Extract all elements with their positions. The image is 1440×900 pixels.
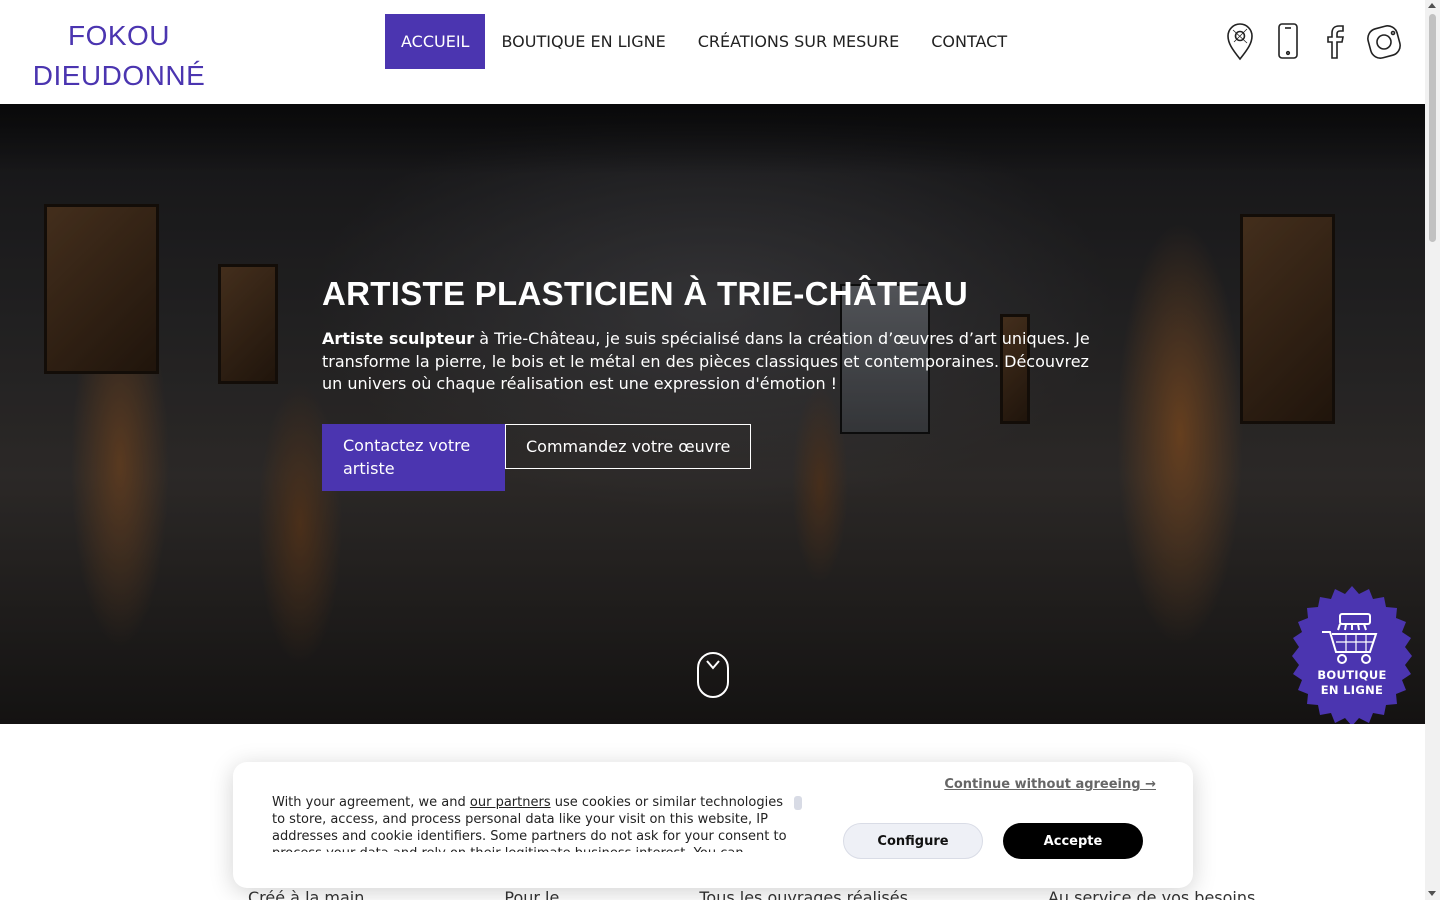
cookie-text-scrollbar[interactable] bbox=[794, 796, 802, 810]
features-row-peek: Créé à la main Pour le Tous les ouvrages… bbox=[248, 888, 1255, 900]
logo-line-1: FOKOU bbox=[67, 20, 171, 51]
hero-description: Artiste sculpteur à Trie-Château, je sui… bbox=[322, 328, 1112, 396]
nav-item-boutique[interactable]: BOUTIQUE EN LIGNE bbox=[485, 14, 681, 69]
hero-section: ARTISTE PLASTICIEN À TRIE-CHÂTEAU Artist… bbox=[0, 104, 1425, 724]
nav-item-creations[interactable]: CRÉATIONS SUR MESURE bbox=[682, 14, 915, 69]
feature-item: Pour le bbox=[504, 888, 560, 900]
page-scrollbar[interactable] bbox=[1425, 0, 1440, 900]
nav-item-accueil[interactable]: ACCUEIL bbox=[385, 14, 486, 69]
facebook-icon[interactable] bbox=[1318, 20, 1354, 62]
scrollbar-thumb[interactable] bbox=[1429, 14, 1436, 242]
logo-line-2: DIEUDONNÉ bbox=[32, 60, 206, 91]
shop-online-badge[interactable]: BOUTIQUE EN LIGNE bbox=[1282, 586, 1422, 724]
instagram-icon[interactable] bbox=[1366, 20, 1402, 62]
feature-item: Tous les ouvrages réalisés bbox=[699, 888, 908, 900]
configure-button[interactable]: Configure bbox=[843, 823, 983, 859]
scroll-up-arrow-icon[interactable] bbox=[1428, 3, 1436, 8]
feature-item: Créé à la main bbox=[248, 888, 365, 900]
accept-button[interactable]: Accepte bbox=[1003, 823, 1143, 859]
site-logo[interactable]: FOKOU DIEUDONNÉ bbox=[24, 16, 214, 96]
hero-description-strong: Artiste sculpteur bbox=[322, 329, 475, 348]
scroll-down-arrow-icon[interactable] bbox=[1428, 891, 1436, 896]
map-pin-icon[interactable] bbox=[1222, 20, 1258, 62]
shop-badge-line-1: BOUTIQUE bbox=[1317, 668, 1387, 682]
hero-title: ARTISTE PLASTICIEN À TRIE-CHÂTEAU bbox=[322, 275, 969, 312]
shop-badge-line-2: EN LIGNE bbox=[1320, 683, 1384, 697]
cookie-text-intro: With your agreement, we and bbox=[272, 795, 470, 810]
our-partners-link[interactable]: our partners bbox=[470, 795, 551, 810]
phone-icon[interactable] bbox=[1270, 20, 1306, 62]
main-nav: ACCUEIL BOUTIQUE EN LIGNE CRÉATIONS SUR … bbox=[385, 14, 1023, 69]
feature-item: Au service de vos besoins bbox=[1047, 888, 1256, 900]
scroll-down-icon[interactable] bbox=[697, 652, 729, 698]
shop-badge-label: BOUTIQUE EN LIGNE bbox=[1282, 668, 1422, 698]
page: FOKOU DIEUDONNÉ ACCUEIL BOUTIQUE EN LIGN… bbox=[0, 0, 1440, 900]
site-header: FOKOU DIEUDONNÉ ACCUEIL BOUTIQUE EN LIGN… bbox=[0, 0, 1425, 104]
hero-content: ARTISTE PLASTICIEN À TRIE-CHÂTEAU Artist… bbox=[322, 274, 1122, 491]
nav-item-contact[interactable]: CONTACT bbox=[915, 14, 1023, 69]
order-artwork-button[interactable]: Commandez votre œuvre bbox=[505, 423, 752, 469]
shopping-cart-icon bbox=[1322, 613, 1378, 664]
header-icons bbox=[1222, 20, 1402, 62]
continue-without-agreeing-link[interactable]: Continue without agreeing → bbox=[944, 777, 1156, 792]
hero-buttons: Contactez votre artiste Commandez votre … bbox=[322, 423, 1122, 491]
contact-artist-button[interactable]: Contactez votre artiste bbox=[322, 423, 505, 491]
cookie-consent-text: With your agreement, we and our partners… bbox=[272, 794, 797, 852]
cookie-consent-banner: Continue without agreeing → With your ag… bbox=[233, 762, 1193, 888]
